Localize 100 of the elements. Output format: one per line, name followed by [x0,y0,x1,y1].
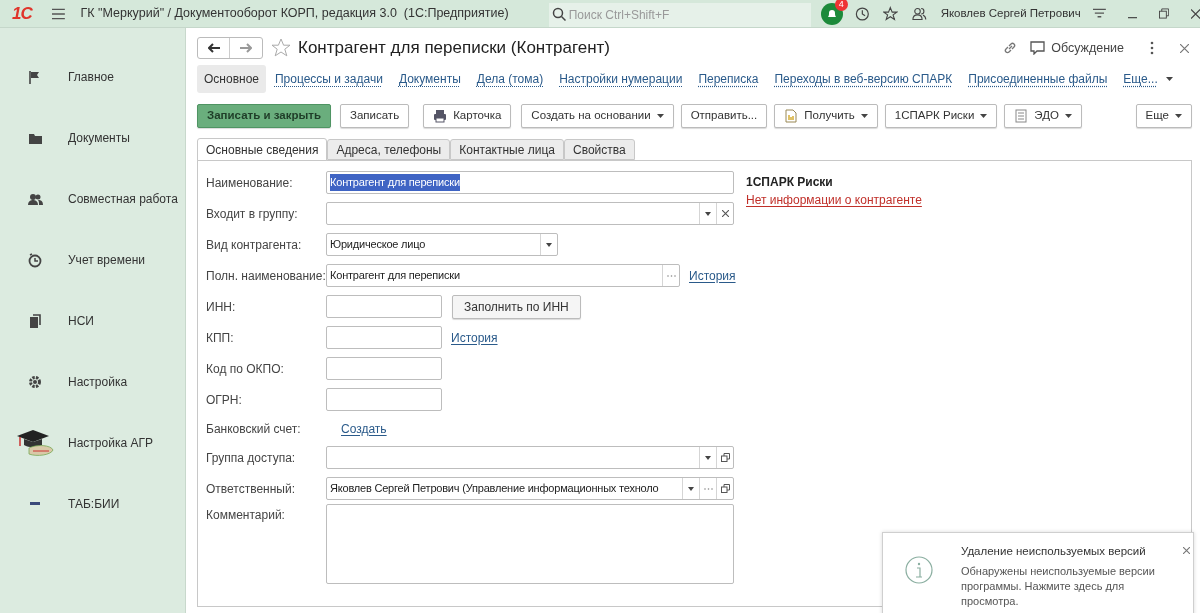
documents-icon [27,312,43,329]
navigation-buttons[interactable] [197,37,263,59]
section-link[interactable]: Еще... [1116,64,1180,93]
caret-icon [1175,114,1182,118]
form-title: Контрагент для переписки (Контрагент) [298,37,611,60]
caret-icon [705,211,711,216]
close-icon[interactable] [1190,8,1200,19]
input-field[interactable]: Контрагент для переписки [326,264,680,287]
printer-icon [433,109,448,123]
timer-icon [27,251,43,268]
history-icon[interactable] [854,5,870,22]
sidebar-item[interactable]: Главное [0,46,185,107]
info-icon [905,556,933,584]
field-label: Группа доступа: [206,449,297,467]
section-link[interactable]: Основное [197,64,266,93]
spark-link[interactable]: Нет информации о контрагенте [746,191,922,209]
field-label: Комментарий: [206,507,286,524]
field-label: Ответственный: [206,480,297,498]
window-title: ГК "Меркурий" / Документооборот КОРП, редакция 3.0 (1С:Предприятие) [80,5,509,23]
close-icon[interactable] [1180,43,1189,53]
form-tab[interactable]: Контактные лица [450,139,564,160]
caret-icon [656,114,664,118]
comment-field[interactable] [326,504,734,584]
toolbar-button[interactable]: 1СПАРК Риски [884,104,998,128]
section-link[interactable]: Процессы и задачи [268,64,390,93]
toolbar-button[interactable]: Отправить... [680,104,768,128]
app-logo: 1С [12,5,32,22]
input-field[interactable] [326,326,442,349]
ellipsis-icon [666,274,676,277]
sidebar-item[interactable]: Документы [0,107,185,168]
form-tab[interactable]: Свойства [563,139,635,160]
notification-badge: 4 [834,0,848,11]
kebab-icon[interactable] [1150,41,1154,55]
field-label: КПП: [206,329,235,347]
field-label: Вид контрагента: [206,236,303,254]
toolbar-button[interactable]: Получить [774,104,878,128]
toolbar-button[interactable]: Создать на основании [521,104,674,128]
ellipsis-icon [703,487,713,490]
field-label: ОГРН: [206,391,243,409]
open-window-icon [720,484,730,493]
toolbar-button[interactable]: Еще [1135,104,1192,128]
input-field[interactable] [326,446,734,469]
forward-arrow-icon [240,43,252,53]
gear-icon [27,373,43,390]
link[interactable]: Создать [341,419,387,438]
caret-icon [1064,114,1072,118]
section-link[interactable]: Присоединенные файлы [961,64,1115,93]
star-icon[interactable] [271,38,291,58]
notifications-button[interactable] [820,2,843,25]
input-field[interactable]: Контрагент для переписки [326,171,734,194]
close-icon[interactable] [1183,547,1190,554]
caret-icon [546,242,552,247]
tab-icon [30,502,40,505]
fill-by-inn-button[interactable]: Заполнить по ИНН [452,294,581,319]
notification-popup[interactable]: Удаление неиспользуемых версий Обнаружены неиспользуемые версии программы. Нажмите здесь для просмотра. [882,532,1194,613]
search-field[interactable]: Поиск Ctrl+Shift+F [548,2,811,27]
toolbar-button[interactable]: Записать и закрыть [197,104,331,128]
toolbar-button[interactable]: ЭДО [1004,104,1082,128]
section-link[interactable]: Дела (тома) [469,64,551,93]
discussion-button[interactable]: Обсуждение [1026,38,1128,58]
users-icon[interactable] [912,5,927,22]
link[interactable]: История [451,328,498,347]
form-tab[interactable]: Основные сведения [197,138,328,161]
caret-icon [980,114,988,118]
sidebar-item[interactable]: ТАБ:БИИ [0,473,185,534]
menu-icon[interactable] [1092,7,1106,20]
section-link[interactable]: Переходы в веб-версию СПАРК [767,64,960,93]
toolbar-button[interactable]: Записать [340,104,410,128]
document-icon [784,109,799,123]
star-icon[interactable] [883,5,898,22]
form-tab[interactable]: Адреса, телефоны [327,139,451,160]
toolbar-button[interactable]: Карточка [423,104,512,128]
section-link[interactable]: Документы [391,64,468,93]
menu-icon[interactable] [51,7,65,20]
exchange-icon [1014,109,1029,123]
field-label: Входит в группу: [206,205,299,223]
notification-text: Обнаружены неиспользуемые версии программы. Нажмите здесь для просмотра. [961,564,1156,610]
input-field[interactable] [326,388,442,411]
restore-icon[interactable] [1158,8,1169,19]
input-field[interactable]: Юридическое лицо [326,233,558,256]
sidebar-item[interactable]: Учет времени [0,229,185,290]
spark-title: 1СПАРК Риски [746,174,834,191]
sidebar-item[interactable]: Настройка АГР [0,412,185,473]
clear-icon [721,210,729,217]
field-label: Наименование: [206,174,294,192]
sidebar-item[interactable]: Настройка [0,351,185,412]
notification-title: Удаление неиспользуемых версий [961,544,1147,559]
input-field[interactable]: Яковлев Сергей Петрович (Управление информационных техноло [326,477,734,500]
input-field[interactable] [326,202,734,225]
search-icon [551,6,566,21]
input-field[interactable] [326,295,442,318]
sidebar-item[interactable]: Совместная работа [0,168,185,229]
field-label: Полн. наименование: [206,267,326,285]
caret-icon [860,114,868,118]
section-link[interactable]: Переписка [691,64,766,93]
back-arrow-icon [207,43,220,53]
input-field[interactable] [326,357,442,380]
link[interactable]: История [689,266,736,285]
section-link[interactable]: Настройки нумерации [552,64,690,93]
sidebar-item[interactable]: НСИ [0,290,185,351]
